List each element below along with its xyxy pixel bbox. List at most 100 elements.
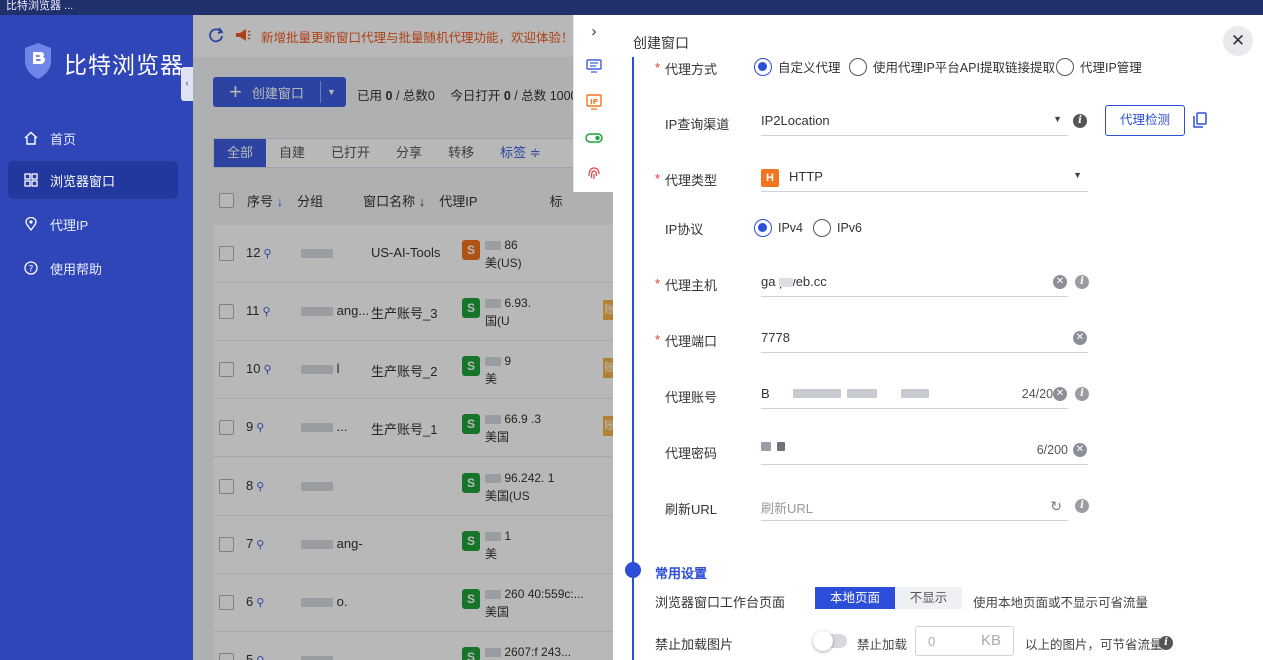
proxy-type-badge: S [462, 647, 480, 660]
create-window-button[interactable]: + 创建窗口 ▼ [213, 77, 346, 107]
fingerprint-icon[interactable] [574, 160, 614, 186]
row-seq: 7 ⚲ [246, 536, 264, 551]
radio-custom-proxy[interactable]: 自定义代理 [754, 57, 841, 76]
total-label: / 总数 [395, 89, 428, 103]
info-icon[interactable]: i [1075, 275, 1089, 289]
chevron-down-icon[interactable]: ▼ [327, 87, 336, 97]
table-row[interactable]: 7 ⚲ ang- S 1美 [213, 516, 613, 574]
info-icon[interactable]: i [1073, 114, 1087, 128]
ip-channel-value: IP2Location [761, 113, 830, 128]
column-name-label: 窗口名称 [363, 193, 416, 209]
sidebar-item-proxy-ip[interactable]: 代理IP [8, 205, 178, 243]
tab-self-built[interactable]: 自建 [266, 139, 318, 167]
refresh-url-input[interactable]: 刷新URL ↻ [761, 493, 1068, 521]
clear-icon[interactable]: ✕ [1053, 275, 1067, 289]
clear-icon[interactable]: ✕ [1053, 387, 1067, 401]
table-row[interactable]: 6 ⚲ o. S 260 40:559c:... 美国 [213, 574, 613, 632]
table-row[interactable]: 12 ⚲ US-AI-Tools S 86 美(US) [213, 225, 613, 283]
column-window-name[interactable]: 窗口名称 ↓ [363, 191, 425, 210]
brand-name: 比特浏览器 [64, 51, 184, 78]
row-checkbox[interactable] [219, 479, 234, 494]
redacted-text [485, 357, 501, 367]
segment-local-page[interactable]: 本地页面 [815, 587, 895, 609]
radio-ipv4[interactable]: IPv4 [754, 219, 803, 237]
proxy-password-input[interactable]: 6/200 [761, 437, 1088, 465]
ip-icon[interactable]: IP [574, 89, 614, 115]
required-mark: * [655, 60, 661, 75]
info-icon[interactable]: i [1075, 387, 1089, 401]
proxy-type-select[interactable]: H HTTP ▼ [761, 164, 1088, 192]
tab-transferred[interactable]: 转移 [435, 139, 487, 167]
table-row[interactable]: 10 ⚲ l 生产账号_2 S 9美 账 [213, 341, 613, 399]
info-icon[interactable]: i [1075, 499, 1089, 513]
row-checkbox[interactable] [219, 304, 234, 319]
radio-button[interactable] [754, 57, 772, 76]
tab-tags[interactable]: 标签 ≑ [487, 139, 554, 167]
image-size-input[interactable]: 0 KB [915, 626, 1014, 656]
row-checkbox[interactable] [219, 362, 234, 377]
used-count: 0 [385, 89, 393, 103]
sidebar-item-help[interactable]: ? 使用帮助 [8, 249, 178, 287]
create-window-panel: 创建窗口 ✕ * 代理方式 自定义代理 使用代理IP平台API提取链接提取 代理… [613, 15, 1263, 660]
sidebar-item-home[interactable]: 首页 [8, 119, 178, 157]
refresh-icon[interactable] [207, 26, 225, 47]
row-window-name: 生产账号_3 [371, 306, 438, 321]
chevron-right-icon[interactable]: › [574, 18, 614, 44]
refresh-icon[interactable]: ↻ [1050, 498, 1062, 515]
select-all-checkbox[interactable] [219, 192, 234, 208]
toggle-switch-icon[interactable] [574, 125, 614, 151]
table-row[interactable]: 5⚲ S 2607:f 243... [213, 632, 613, 660]
radio-button[interactable] [1056, 57, 1074, 76]
radio-proxy-ip-management[interactable]: 代理IP管理 [1056, 57, 1142, 76]
row-seq: 8 ⚲ [246, 478, 264, 493]
tab-shared[interactable]: 分享 [383, 139, 435, 167]
sidebar-collapse-button[interactable]: ‹ [181, 67, 193, 101]
radio-button[interactable] [849, 57, 867, 76]
row-group-value: o. [336, 594, 348, 609]
proxy-port-input[interactable]: 7778 [761, 325, 1088, 353]
proxy-host-input[interactable]: ga pweb.cc [761, 269, 1068, 297]
row-checkbox[interactable] [219, 420, 234, 435]
radio-button[interactable] [754, 219, 772, 237]
table-row[interactable]: 11 ⚲ ang... 生产账号_3 S 6.93. 国(U 账 [213, 283, 613, 341]
row-checkbox[interactable] [219, 595, 234, 610]
row-checkbox[interactable] [219, 653, 234, 660]
tab-all[interactable]: 全部 [214, 139, 267, 167]
column-seq[interactable]: 序号 ↓ [247, 191, 283, 210]
monitor-icon[interactable] [574, 53, 614, 79]
table-row[interactable]: 8 ⚲ S 96.242. 1 美国(US [213, 458, 613, 516]
copy-icon[interactable] [1193, 112, 1207, 131]
table-row[interactable]: 9 ⚲ ... 生产账号_1 S 66.9 .3 美国 账 [213, 399, 613, 457]
sidebar-item-label: 首页 [50, 131, 77, 147]
proxy-type-badge: S [462, 356, 480, 376]
megaphone-icon [235, 28, 251, 45]
radio-ipv6[interactable]: IPv6 [813, 219, 862, 237]
row-checkbox[interactable] [219, 537, 234, 552]
tab-opened[interactable]: 已打开 [318, 139, 383, 167]
row-seq: 5⚲ [246, 652, 264, 660]
block-images-toggle[interactable] [813, 631, 847, 651]
column-tag[interactable]: 标 [550, 191, 563, 210]
sidebar-item-browser-windows[interactable]: 浏览器窗口 [8, 161, 178, 199]
info-icon[interactable]: i [1159, 636, 1173, 650]
clear-icon[interactable]: ✕ [1073, 443, 1087, 457]
proxy-detect-button[interactable]: 代理检测 [1105, 105, 1185, 136]
radio-button[interactable] [813, 219, 831, 237]
close-icon[interactable]: ✕ [1223, 26, 1253, 56]
clear-icon[interactable]: ✕ [1073, 331, 1087, 345]
proxy-account-input[interactable]: B 24/200 [761, 381, 1068, 409]
redacted-text [793, 389, 841, 398]
column-group[interactable]: 分组 [297, 191, 323, 210]
column-proxy-ip[interactable]: 代理IP [439, 191, 477, 210]
sidebar-item-label: 代理IP [50, 217, 89, 233]
ip-channel-select[interactable]: IP2Location ▼ [761, 108, 1068, 136]
row-seq-value: 12 [246, 245, 261, 260]
segment-hide[interactable]: 不显示 [895, 587, 962, 609]
proxy-type-badge: S [462, 589, 480, 609]
notice-text: 新增批量更新窗口代理与批量随机代理功能，欢迎体验！ [261, 30, 574, 45]
radio-api-extract[interactable]: 使用代理IP平台API提取链接提取 [849, 57, 1055, 76]
row-proxy-ip: 86 美(US) [485, 236, 522, 272]
row-checkbox[interactable] [219, 246, 234, 261]
brand-logo[interactable]: 比特浏览器 [22, 41, 184, 84]
group-people-icon: ⚲ [256, 539, 265, 551]
